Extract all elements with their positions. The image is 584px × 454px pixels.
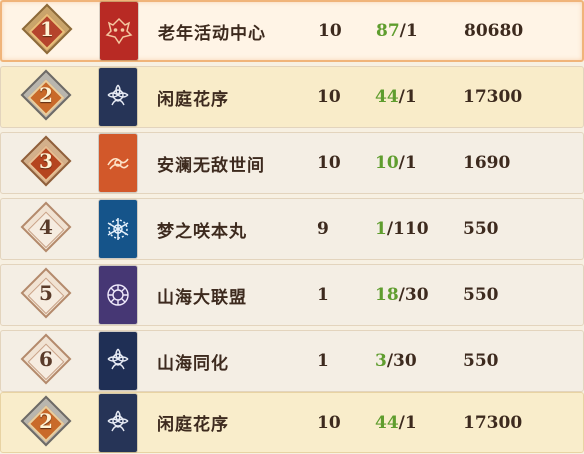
members-max: /1 [398,412,417,433]
rank-badge-silver: 2 [1,66,97,128]
rank-number: 1 [40,17,54,41]
guild-level: 10 [317,153,341,173]
guild-score: 17300 [463,87,523,107]
guild-name: 老年活动中心 [158,23,266,44]
members-max: /1 [398,153,417,173]
guild-members: 44/1 [375,87,463,107]
ranking-row-5[interactable]: 5 山海大联盟 1 18/30 550 [0,264,584,326]
snowflake-crest-icon [99,200,137,258]
rank-number: 5 [39,281,53,305]
guild-members: 87/1 [376,21,464,41]
guild-score: 1690 [463,153,511,173]
rank-badge-gold: 1 [2,0,98,62]
guild-score: 550 [463,219,499,239]
rank-number: 4 [39,215,53,239]
ranking-row-4[interactable]: 4 梦之咲本丸 9 1/110 550 [0,198,584,260]
rank-badge-plain: 6 [1,330,97,392]
guild-level: 9 [317,219,329,239]
ranking-row-6[interactable]: 6 山海同化 1 3/30 550 [0,330,584,392]
rank-badge-bronze: 3 [1,132,97,194]
members-current: 1 [375,219,387,239]
guild-members: 10/1 [375,153,463,173]
rank-badge-plain: 5 [1,264,97,326]
guild-score: 550 [463,285,499,305]
rank-number: 3 [39,149,53,173]
ranking-row-1[interactable]: 1 老年活动中心 10 87/1 80680 [0,0,584,62]
guild-ranking-board: 1 老年活动中心 10 87/1 80680 2 闲庭花序 10 44/1 17… [0,0,584,453]
members-max: /1 [398,87,417,107]
guild-members: 3/30 [375,351,463,371]
ranking-row-2[interactable]: 2 闲庭花序 10 44/1 17300 [0,66,584,128]
circle-crest-icon [99,266,137,324]
guild-level: 1 [317,285,329,305]
guild-level: 10 [318,21,342,41]
members-current: 44 [375,412,399,433]
rank-number: 2 [39,408,53,433]
members-max: /30 [398,285,429,305]
flower-crest-icon [99,393,137,452]
members-current: 10 [375,153,399,173]
members-max: /30 [386,351,417,371]
demon-mask-icon [100,2,138,60]
guild-name: 山海同化 [157,353,229,374]
flower-crest-icon [99,68,137,126]
guild-score: 17300 [463,412,523,433]
guild-score: 550 [463,351,499,371]
rank-badge-silver: 2 [1,392,97,454]
guild-level: 1 [317,351,329,371]
members-max: /1 [399,21,418,41]
guild-score: 80680 [464,21,524,41]
guild-name: 闲庭花序 [157,415,229,435]
members-current: 18 [375,285,399,305]
my-guild-row[interactable]: 2 闲庭花序 10 44/1 17300 [0,392,584,453]
members-current: 3 [375,351,387,371]
guild-name: 山海大联盟 [157,287,247,308]
members-max: /110 [386,219,429,239]
guild-name: 安澜无敌世间 [157,155,265,176]
ranking-row-3[interactable]: 3 安澜无敌世间 10 10/1 1690 [0,132,584,194]
guild-members: 44/1 [375,413,463,433]
guild-level: 10 [317,87,341,107]
flower-crest-icon [99,332,137,390]
guild-level: 10 [317,412,341,433]
rank-number: 2 [39,83,53,107]
members-current: 44 [375,87,399,107]
guild-members: 1/110 [375,219,463,239]
flame-crest-icon [99,134,137,192]
guild-members: 18/30 [375,285,463,305]
guild-name: 闲庭花序 [157,89,229,110]
rank-number: 6 [39,347,53,371]
guild-name: 梦之咲本丸 [157,221,247,242]
members-current: 87 [376,21,400,41]
rank-badge-plain: 4 [1,198,97,260]
